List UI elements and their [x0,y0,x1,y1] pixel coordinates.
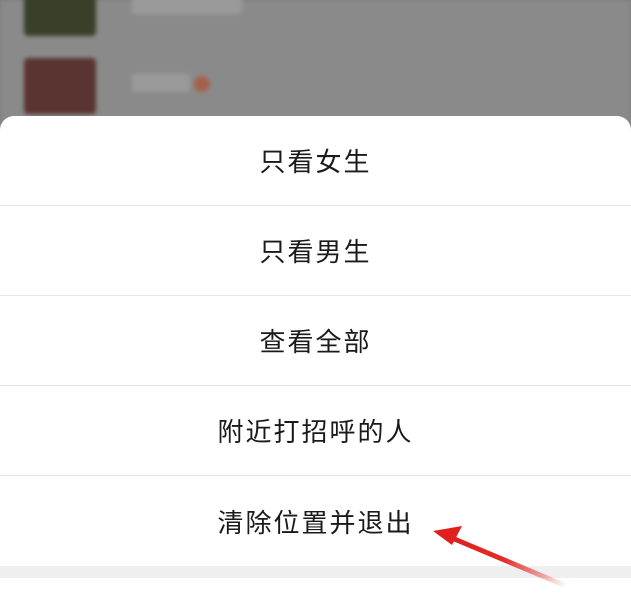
menu-item-view-all[interactable]: 查看全部 [0,296,631,386]
background-list-item [0,0,631,36]
dimmed-background-list [0,0,631,130]
menu-item-nearby-greetings[interactable]: 附近打招呼的人 [0,386,631,476]
avatar [24,58,96,114]
menu-item-label: 只看女生 [259,148,372,178]
gender-badge-icon [194,76,210,92]
menu-item-female-only[interactable]: 只看女生 [0,116,631,206]
screen: 只看女生 只看男生 查看全部 附近打招呼的人 清除位置并退出 [0,0,631,601]
avatar [24,0,96,36]
sheet-separator [0,566,631,578]
blurred-name [132,0,242,14]
menu-item-label: 只看男生 [259,238,372,268]
action-sheet: 只看女生 只看男生 查看全部 附近打招呼的人 清除位置并退出 [0,116,631,601]
menu-item-clear-location-exit[interactable]: 清除位置并退出 [0,476,631,566]
background-list-item [0,58,631,114]
menu-item-label: 清除位置并退出 [217,508,414,539]
menu-item-male-only[interactable]: 只看男生 [0,206,631,296]
blurred-name [132,74,190,92]
menu-item-label: 附近打招呼的人 [217,418,414,448]
menu-item-label: 查看全部 [259,328,372,358]
